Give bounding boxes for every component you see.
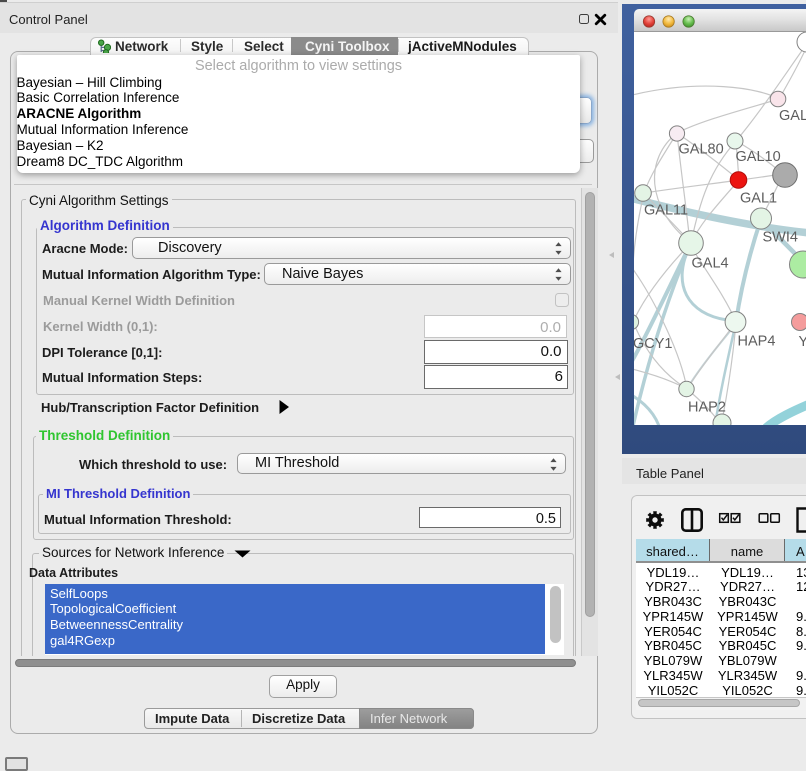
svg-text:GAL8: GAL8	[779, 108, 806, 124]
svg-text:HAP2: HAP2	[688, 400, 726, 416]
svg-text:GAL10: GAL10	[736, 149, 781, 165]
svg-text:GAL1: GAL1	[740, 191, 777, 207]
svg-text:Y: Y	[799, 334, 806, 350]
svg-text:GAL4: GAL4	[692, 256, 729, 272]
svg-text:GAL11: GAL11	[644, 203, 688, 219]
svg-text:HAP4: HAP4	[738, 334, 776, 350]
svg-text:GAL80: GAL80	[679, 142, 724, 158]
svg-text:SWI4: SWI4	[763, 230, 798, 246]
svg-text:GCY1: GCY1	[634, 336, 673, 352]
